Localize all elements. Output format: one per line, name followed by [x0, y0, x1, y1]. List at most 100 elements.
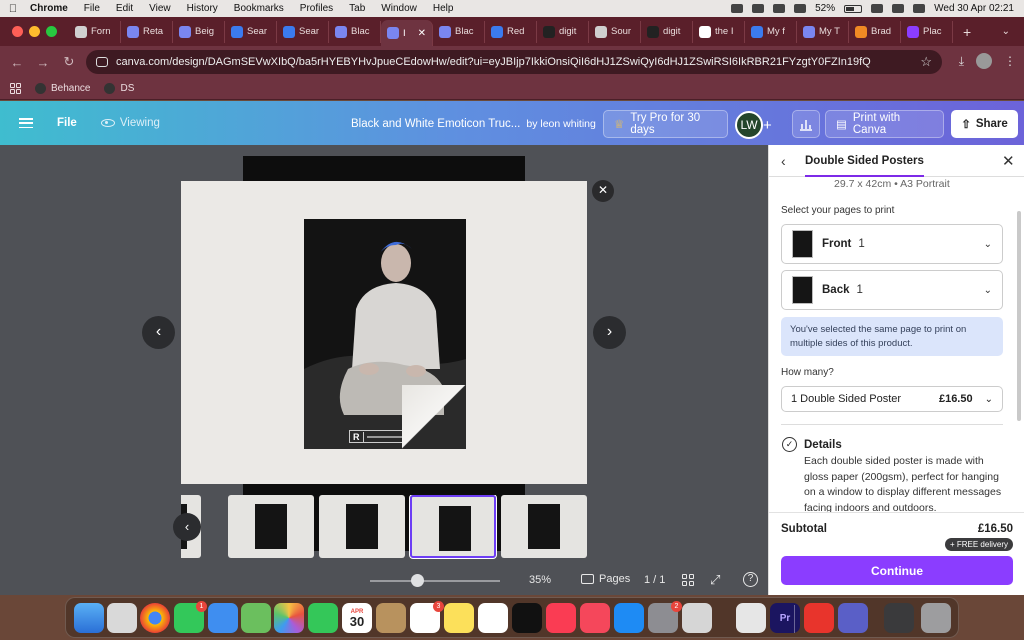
new-tab-button[interactable]: +: [953, 24, 981, 40]
status-app-icon[interactable]: [773, 4, 786, 13]
back-page-select[interactable]: Back 1 ⌄: [781, 270, 1003, 310]
control-center-icon[interactable]: [913, 4, 926, 13]
browser-tab[interactable]: Beig: [173, 20, 225, 43]
status-app-icon[interactable]: [752, 4, 765, 13]
status-app-icon[interactable]: [794, 4, 807, 13]
url-text[interactable]: canva.com/design/DAGmSEVwXIbQ/ba5rHYEBYH…: [116, 56, 871, 68]
app-store-icon[interactable]: [614, 603, 644, 633]
back-arrow-icon[interactable]: ←: [4, 55, 30, 70]
news-icon[interactable]: [580, 603, 610, 633]
user-avatar[interactable]: LW: [735, 111, 763, 139]
browser-tab[interactable]: Red: [485, 20, 537, 43]
reload-icon[interactable]: ↻: [56, 54, 82, 70]
continue-button[interactable]: Continue: [781, 556, 1013, 585]
main-menu-icon[interactable]: [19, 118, 33, 128]
thumbnail-selected[interactable]: [409, 495, 497, 559]
browser-tab[interactable]: Brad: [849, 20, 901, 43]
browser-tab[interactable]: I ✕: [381, 20, 433, 46]
menu-edit[interactable]: Edit: [108, 3, 141, 14]
viewing-mode-button[interactable]: Viewing: [100, 117, 160, 129]
teams-icon[interactable]: [838, 603, 868, 633]
menu-tab[interactable]: Tab: [341, 3, 373, 14]
roblox-icon[interactable]: [682, 603, 712, 633]
fullscreen-icon[interactable]: ⤢: [710, 572, 720, 588]
bookmark-behance[interactable]: Behance: [35, 83, 90, 94]
browser-tab[interactable]: Sear: [225, 20, 277, 43]
calendar-icon[interactable]: APR 30: [342, 603, 372, 633]
preview-app-icon[interactable]: [736, 603, 766, 633]
browser-tab[interactable]: My f: [745, 20, 797, 43]
browser-tab[interactable]: My T: [797, 20, 849, 43]
facetime-icon[interactable]: [308, 603, 338, 633]
download-icon[interactable]: ⤓: [959, 54, 964, 69]
forward-arrow-icon[interactable]: →: [30, 55, 56, 70]
music-icon[interactable]: [546, 603, 576, 633]
browser-tab[interactable]: Blac: [433, 20, 485, 43]
browser-tab[interactable]: Sear: [277, 20, 329, 43]
launchpad-icon[interactable]: [107, 603, 137, 633]
photos-icon[interactable]: [274, 603, 304, 633]
browser-tab[interactable]: Reta: [121, 20, 173, 43]
previous-preview-button[interactable]: ‹: [142, 316, 175, 349]
panel-scrollbar[interactable]: [1017, 211, 1021, 421]
browser-tab[interactable]: Forn: [69, 20, 121, 43]
quantity-select[interactable]: 1 Double Sided Poster £16.50 ⌄: [781, 386, 1003, 412]
thumbnail[interactable]: [319, 495, 405, 558]
notes-icon[interactable]: [444, 603, 474, 633]
bookmark-star-icon[interactable]: ☆: [920, 54, 932, 70]
thumbnail[interactable]: [501, 495, 587, 558]
zoom-slider-handle[interactable]: [411, 574, 424, 587]
analytics-button[interactable]: [792, 110, 820, 138]
tab-search-chevron-icon[interactable]: ⌄: [1002, 26, 1024, 37]
menu-file[interactable]: File: [76, 3, 108, 14]
finder-icon[interactable]: [74, 603, 104, 633]
trash-icon[interactable]: [921, 603, 951, 633]
browser-tab[interactable]: digit: [641, 20, 693, 43]
front-page-select[interactable]: Front 1 ⌄: [781, 224, 1003, 264]
menu-bookmarks[interactable]: Bookmarks: [226, 3, 292, 14]
zoom-slider[interactable]: [370, 580, 500, 582]
print-with-canva-button[interactable]: ▤ Print with Canva: [825, 110, 944, 138]
browser-tab[interactable]: digit: [537, 20, 589, 43]
mail-icon[interactable]: [208, 603, 238, 633]
search-icon[interactable]: [892, 4, 905, 13]
status-app-icon[interactable]: [731, 4, 744, 13]
try-pro-button[interactable]: ♕ Try Pro for 30 days: [603, 110, 728, 138]
premiere-pro-icon[interactable]: Pr: [770, 603, 800, 633]
menu-profiles[interactable]: Profiles: [292, 3, 341, 14]
bookmark-ds[interactable]: DS: [104, 83, 134, 94]
creative-cloud-icon[interactable]: [804, 603, 834, 633]
tab-close-icon[interactable]: ✕: [418, 28, 426, 39]
menu-view[interactable]: View: [141, 3, 179, 14]
menu-app-name[interactable]: Chrome: [26, 3, 76, 14]
minimize-window-button[interactable]: [29, 26, 40, 37]
close-preview-button[interactable]: ✕: [592, 180, 614, 202]
chrome-icon[interactable]: [140, 603, 170, 633]
maps-icon[interactable]: [241, 603, 271, 633]
pages-button[interactable]: Pages: [581, 573, 630, 585]
thumbnail[interactable]: [228, 495, 314, 558]
back-chevron-icon[interactable]: ‹: [781, 153, 786, 169]
battery-icon[interactable]: [844, 4, 863, 13]
more-menu-icon[interactable]: ⋮: [1004, 54, 1016, 68]
close-icon[interactable]: ✕: [1002, 152, 1015, 170]
menu-window[interactable]: Window: [373, 3, 425, 14]
apple-tv-icon[interactable]: [512, 603, 542, 633]
wifi-icon[interactable]: [871, 4, 884, 13]
browser-tab[interactable]: the I: [693, 20, 745, 43]
zoom-level[interactable]: 35%: [529, 574, 551, 586]
contacts-icon[interactable]: [376, 603, 406, 633]
file-menu-button[interactable]: File: [57, 117, 77, 129]
address-bar[interactable]: canva.com/design/DAGmSEVwXIbQ/ba5rHYEBYH…: [86, 50, 942, 74]
thumbnails-prev-button[interactable]: ‹: [173, 513, 201, 541]
maximize-window-button[interactable]: [46, 26, 57, 37]
add-collaborator-icon[interactable]: +: [763, 117, 772, 134]
menu-help[interactable]: Help: [425, 3, 462, 14]
browser-tab[interactable]: Sour: [589, 20, 641, 43]
site-info-icon[interactable]: [96, 57, 108, 67]
freeform-icon[interactable]: [478, 603, 508, 633]
browser-tab[interactable]: Plac: [901, 20, 953, 43]
downloads-stack-icon[interactable]: [884, 603, 914, 633]
next-preview-button[interactable]: ›: [593, 316, 626, 349]
close-window-button[interactable]: [12, 26, 23, 37]
